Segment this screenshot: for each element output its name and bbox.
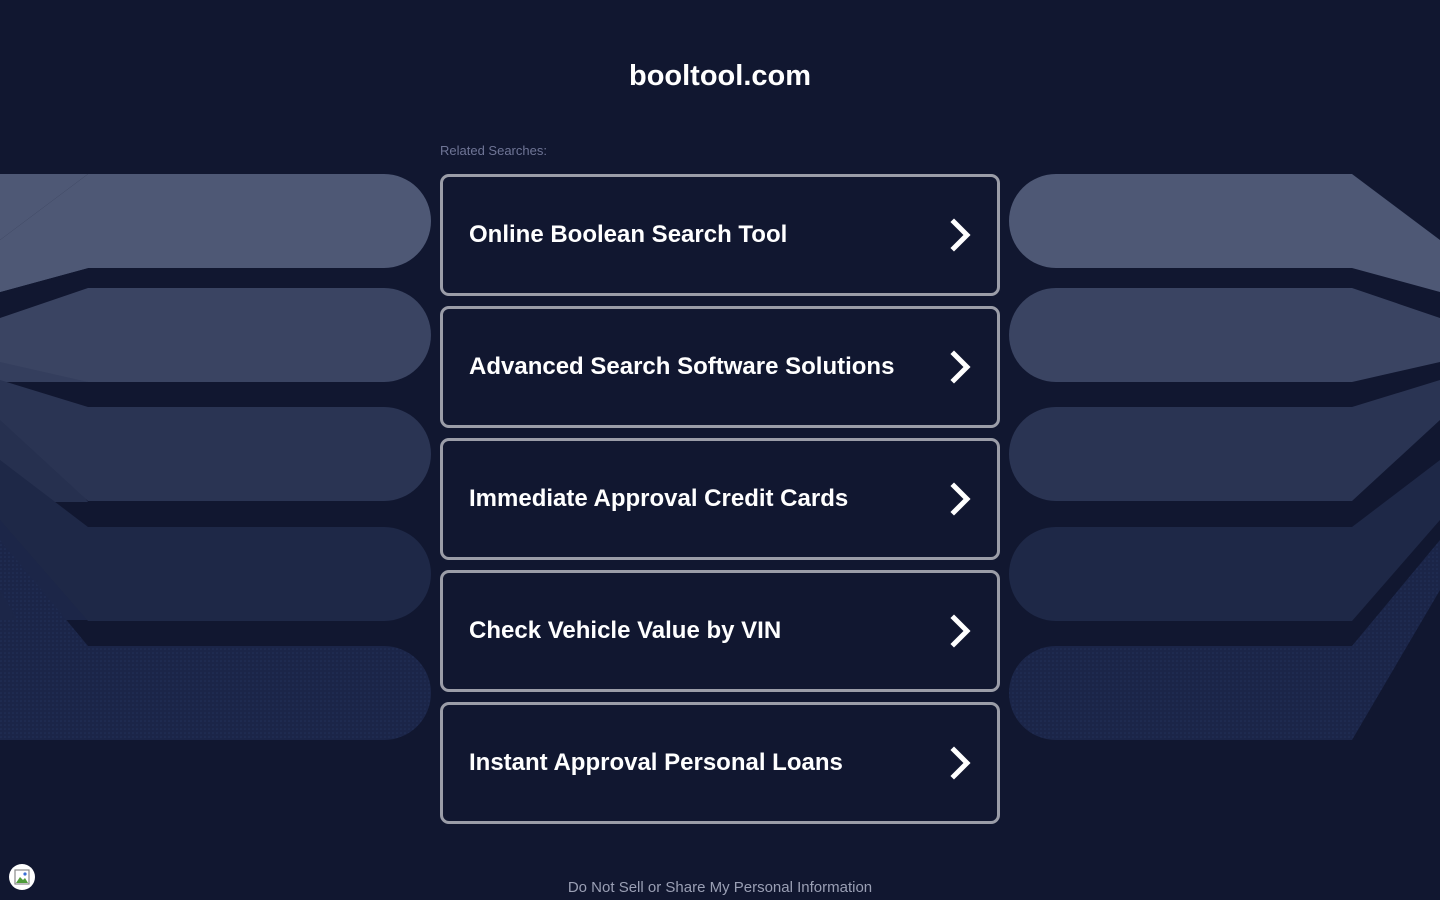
related-search-label: Advanced Search Software Solutions (469, 353, 895, 380)
privacy-options-button[interactable] (9, 864, 35, 890)
related-search-item-4[interactable]: Check Vehicle Value by VIN (440, 570, 1000, 692)
related-search-item-1[interactable]: Online Boolean Search Tool (440, 174, 1000, 296)
related-search-label: Immediate Approval Credit Cards (469, 485, 849, 512)
site-title: booltool.com (628, 60, 812, 92)
do-not-sell-link[interactable]: Do Not Sell or Share My Personal Informa… (0, 879, 1440, 897)
right-background-fan (1009, 174, 1440, 740)
related-search-label: Instant Approval Personal Loans (469, 749, 843, 776)
chevron-right-icon (950, 350, 971, 384)
chevron-right-icon (950, 482, 971, 516)
related-search-label: Check Vehicle Value by VIN (469, 617, 782, 644)
related-search-label: Online Boolean Search Tool (469, 221, 788, 248)
related-searches-list: Online Boolean Search Tool Advanced Sear… (440, 174, 1000, 834)
chevron-right-icon (950, 614, 971, 648)
parked-domain-page: booltool.com Related Searches: Online Bo… (0, 0, 1440, 900)
chevron-right-icon (950, 746, 971, 780)
left-background-fan (0, 174, 431, 740)
chevron-right-icon (950, 218, 971, 252)
related-searches-label: Related Searches: (440, 143, 547, 158)
related-search-item-5[interactable]: Instant Approval Personal Loans (440, 702, 1000, 824)
related-search-item-2[interactable]: Advanced Search Software Solutions (440, 306, 1000, 428)
broken-image-icon (14, 869, 30, 885)
related-search-item-3[interactable]: Immediate Approval Credit Cards (440, 438, 1000, 560)
